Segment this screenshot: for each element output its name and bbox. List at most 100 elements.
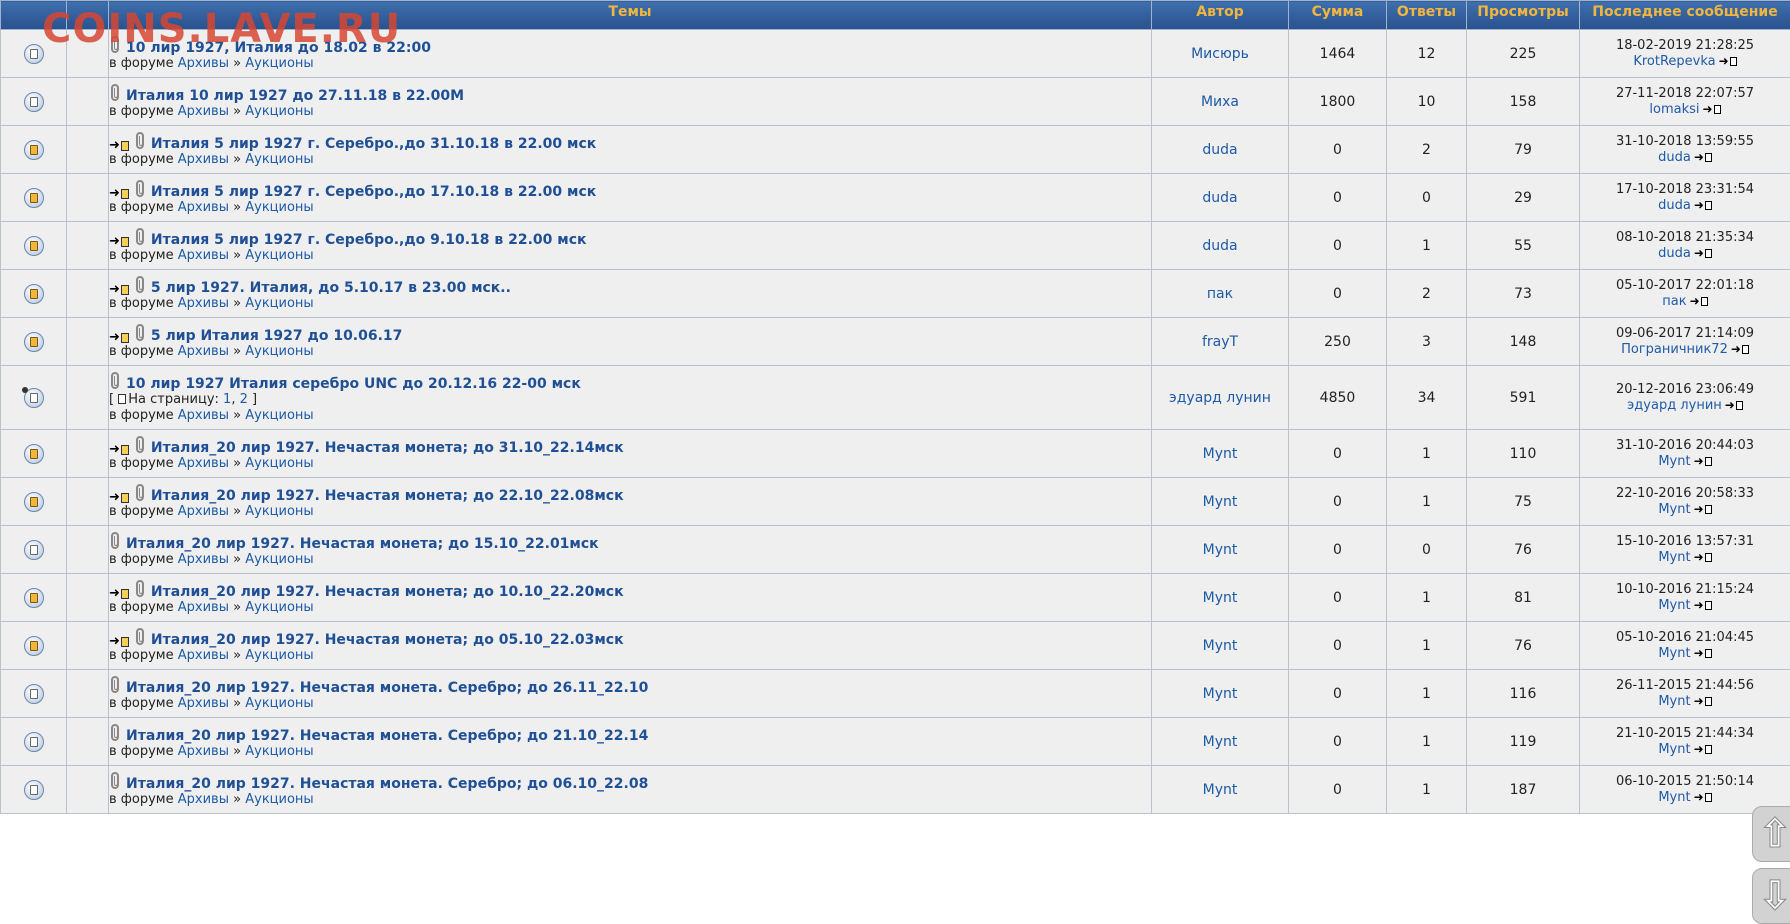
subforum-link[interactable]: Аукционы — [245, 408, 313, 423]
topic-title-link[interactable]: 10 лир 1927 Италия серебро UNC до 20.12.… — [126, 376, 581, 392]
topic-title-link[interactable]: Италия_20 лир 1927. Нечастая монета. Сер… — [126, 776, 648, 792]
last-message-user-link[interactable]: Mynt — [1658, 550, 1690, 565]
subforum-link[interactable]: Аукционы — [245, 696, 313, 711]
author-link[interactable]: Mynt — [1203, 734, 1238, 750]
topic-title-link[interactable]: Италия_20 лир 1927. Нечастая монета; до … — [151, 440, 624, 456]
topic-title-link[interactable]: Италия 5 лир 1927 г. Серебро.,до 17.10.1… — [151, 184, 596, 200]
author-link[interactable]: пак — [1207, 286, 1233, 302]
last-message-user-link[interactable]: duda — [1658, 150, 1691, 165]
last-message-user-link[interactable]: duda — [1658, 246, 1691, 261]
last-message-user-link[interactable]: Mynt — [1658, 742, 1690, 757]
topic-title-link[interactable]: Италия 5 лир 1927 г. Серебро.,до 31.10.1… — [151, 136, 596, 152]
go-to-last-post-icon[interactable]: ➜ — [1690, 295, 1708, 307]
subforum-link[interactable]: Аукционы — [245, 648, 313, 663]
subforum-link[interactable]: Аукционы — [245, 744, 313, 759]
author-link[interactable]: Mynt — [1203, 782, 1238, 798]
go-to-last-post-icon[interactable]: ➜ — [1694, 551, 1712, 563]
author-link[interactable]: Mynt — [1203, 638, 1238, 654]
subforum-link[interactable]: Аукционы — [245, 200, 313, 215]
go-to-last-post-icon[interactable]: ➜ — [1694, 695, 1712, 707]
go-to-last-post-icon[interactable]: ➜ — [1694, 151, 1712, 163]
page-link[interactable]: 2 — [240, 392, 248, 407]
topic-title-link[interactable]: Италия_20 лир 1927. Нечастая монета; до … — [151, 632, 624, 648]
new-post-icon[interactable]: ➜ — [109, 283, 129, 296]
subforum-link[interactable]: Аукционы — [245, 248, 313, 263]
page-link[interactable]: 1 — [223, 392, 231, 407]
go-to-last-post-icon[interactable]: ➜ — [1694, 791, 1712, 803]
author-link[interactable]: Mynt — [1203, 542, 1238, 558]
go-to-last-post-icon[interactable]: ➜ — [1719, 55, 1737, 67]
forum-link[interactable]: Архивы — [178, 152, 229, 167]
go-to-last-post-icon[interactable]: ➜ — [1725, 399, 1743, 411]
forum-link[interactable]: Архивы — [178, 648, 229, 663]
author-link[interactable]: Mynt — [1203, 494, 1238, 510]
go-to-last-post-icon[interactable]: ➜ — [1731, 343, 1749, 355]
subforum-link[interactable]: Аукционы — [245, 456, 313, 471]
last-message-user-link[interactable]: lomaksi — [1649, 102, 1699, 117]
topic-title-link[interactable]: Италия 5 лир 1927 г. Серебро.,до 9.10.18… — [151, 232, 587, 248]
topic-title-link[interactable]: Италия_20 лир 1927. Нечастая монета; до … — [126, 536, 599, 552]
new-post-icon[interactable]: ➜ — [109, 331, 129, 344]
last-message-user-link[interactable]: duda — [1658, 198, 1691, 213]
new-post-icon[interactable]: ➜ — [109, 587, 129, 600]
author-link[interactable]: Mynt — [1203, 590, 1238, 606]
forum-link[interactable]: Архивы — [178, 600, 229, 615]
subforum-link[interactable]: Аукционы — [245, 296, 313, 311]
author-link[interactable]: Миха — [1201, 94, 1239, 110]
go-to-last-post-icon[interactable]: ➜ — [1694, 599, 1712, 611]
forum-link[interactable]: Архивы — [178, 552, 229, 567]
author-link[interactable]: Мисюрь — [1191, 46, 1249, 62]
forum-link[interactable]: Архивы — [178, 504, 229, 519]
last-message-user-link[interactable]: пак — [1662, 294, 1686, 309]
forum-link[interactable]: Архивы — [178, 248, 229, 263]
topic-title-link[interactable]: Италия_20 лир 1927. Нечастая монета; до … — [151, 488, 624, 504]
author-link[interactable]: duda — [1202, 238, 1237, 254]
subforum-link[interactable]: Аукционы — [245, 152, 313, 167]
author-link[interactable]: Mynt — [1203, 446, 1238, 462]
last-message-user-link[interactable]: Mynt — [1658, 646, 1690, 661]
last-message-user-link[interactable]: Mynt — [1658, 454, 1690, 469]
forum-link[interactable]: Архивы — [178, 104, 229, 119]
go-to-last-post-icon[interactable]: ➜ — [1694, 247, 1712, 259]
forum-link[interactable]: Архивы — [178, 696, 229, 711]
new-post-icon[interactable]: ➜ — [109, 235, 129, 248]
author-link[interactable]: duda — [1202, 190, 1237, 206]
forum-link[interactable]: Архивы — [178, 456, 229, 471]
forum-link[interactable]: Архивы — [178, 344, 229, 359]
forum-link[interactable]: Архивы — [178, 408, 229, 423]
new-post-icon[interactable]: ➜ — [109, 491, 129, 504]
subforum-link[interactable]: Аукционы — [245, 504, 313, 519]
last-message-user-link[interactable]: Mynt — [1658, 598, 1690, 613]
forum-link[interactable]: Архивы — [178, 200, 229, 215]
scroll-down-button[interactable]: ⇩ — [1752, 868, 1790, 924]
subforum-link[interactable]: Аукционы — [245, 344, 313, 359]
subforum-link[interactable]: Аукционы — [245, 104, 313, 119]
last-message-user-link[interactable]: эдуард лунин — [1627, 398, 1722, 413]
author-link[interactable]: Mynt — [1203, 686, 1238, 702]
new-post-icon[interactable]: ➜ — [109, 139, 129, 152]
go-to-last-post-icon[interactable]: ➜ — [1694, 455, 1712, 467]
forum-link[interactable]: Архивы — [178, 792, 229, 807]
subforum-link[interactable]: Аукционы — [245, 792, 313, 807]
new-post-icon[interactable]: ➜ — [109, 635, 129, 648]
topic-title-link[interactable]: 5 лир Италия 1927 до 10.06.17 — [151, 328, 403, 344]
author-link[interactable]: duda — [1202, 142, 1237, 158]
topic-title-link[interactable]: 10 лир 1927, Италия до 18.02 в 22:00 — [126, 40, 431, 56]
topic-title-link[interactable]: Италия_20 лир 1927. Нечастая монета. Сер… — [126, 728, 648, 744]
subforum-link[interactable]: Аукционы — [245, 552, 313, 567]
go-to-last-post-icon[interactable]: ➜ — [1694, 503, 1712, 515]
go-to-last-post-icon[interactable]: ➜ — [1694, 199, 1712, 211]
last-message-user-link[interactable]: Пограничник72 — [1621, 342, 1728, 357]
go-to-last-post-icon[interactable]: ➜ — [1694, 743, 1712, 755]
forum-link[interactable]: Архивы — [178, 744, 229, 759]
last-message-user-link[interactable]: Mynt — [1658, 790, 1690, 805]
author-link[interactable]: frayT — [1202, 334, 1238, 350]
forum-link[interactable]: Архивы — [178, 56, 229, 71]
go-to-last-post-icon[interactable]: ➜ — [1694, 647, 1712, 659]
go-to-last-post-icon[interactable]: ➜ — [1703, 103, 1721, 115]
last-message-user-link[interactable]: Mynt — [1658, 694, 1690, 709]
subforum-link[interactable]: Аукционы — [245, 56, 313, 71]
forum-link[interactable]: Архивы — [178, 296, 229, 311]
scroll-up-button[interactable]: ⇧ — [1752, 806, 1790, 862]
author-link[interactable]: эдуард лунин — [1169, 390, 1271, 406]
